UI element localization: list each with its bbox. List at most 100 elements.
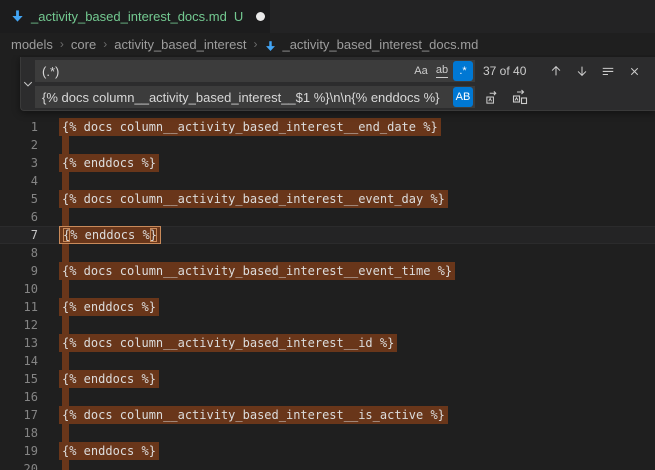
code-line[interactable]: 9 {% docs column__activity_based_interest…: [0, 262, 655, 280]
find-match-highlight: [62, 424, 69, 442]
line-content: [38, 172, 69, 190]
breadcrumb-item-file[interactable]: _activity_based_interest_docs.md: [282, 37, 478, 52]
line-content: {% enddocs %}: [38, 226, 161, 244]
find-match-highlight: [62, 208, 69, 226]
breadcrumb-item-models[interactable]: models: [11, 37, 53, 52]
line-content: [38, 388, 69, 406]
code-line[interactable]: 20: [0, 460, 655, 470]
code-line[interactable]: 16: [0, 388, 655, 406]
line-content: {% docs column__activity_based_interest_…: [38, 118, 441, 136]
vscode-window: _activity_based_interest_docs.md U model…: [0, 0, 655, 470]
line-content: {% enddocs %}: [38, 370, 159, 388]
line-content: [38, 208, 69, 226]
code-line[interactable]: 2: [0, 136, 655, 154]
line-number: 16: [0, 388, 38, 406]
line-number: 13: [0, 334, 38, 352]
code-line[interactable]: 17{% docs column__activity_based_interes…: [0, 406, 655, 424]
line-content: {% docs column__activity_based_interest_…: [38, 262, 455, 280]
line-number: 8: [0, 244, 38, 262]
find-match-highlight: [62, 388, 69, 406]
line-content: {% enddocs %}: [38, 154, 159, 172]
code-line[interactable]: 5{% docs column__activity_based_interest…: [0, 190, 655, 208]
code-area[interactable]: 1 {% docs column__activity_based_interest…: [0, 118, 655, 470]
code-line[interactable]: 4: [0, 172, 655, 190]
line-number: 10: [0, 280, 38, 298]
line-number: 1: [0, 118, 38, 136]
find-in-selection-button[interactable]: [597, 60, 619, 82]
breadcrumb-separator: ›: [60, 37, 64, 51]
line-number: 15: [0, 370, 38, 388]
selection-icon: [601, 64, 615, 78]
line-content: [38, 460, 69, 470]
toggle-replace-button[interactable]: [21, 57, 35, 110]
find-match-highlight: {% docs column__activity_based_interest_…: [59, 190, 448, 208]
code-line[interactable]: 15 {% enddocs %}: [0, 370, 655, 388]
arrow-down-icon: [575, 64, 589, 78]
breadcrumb-item-folder[interactable]: activity_based_interest: [114, 37, 246, 52]
find-query-text: (.*): [42, 64, 410, 79]
line-number: 2: [0, 136, 38, 154]
code-line[interactable]: 11 {% enddocs %}: [0, 298, 655, 316]
replace-all-button[interactable]: [509, 86, 531, 108]
replace-value-text: {% docs column__activity_based_interest_…: [42, 90, 452, 105]
find-match-highlight: {% enddocs %}: [59, 154, 159, 172]
replace-button[interactable]: [481, 86, 503, 108]
code-line[interactable]: 12: [0, 316, 655, 334]
whole-word-button[interactable]: ab: [432, 61, 452, 81]
find-match-highlight: {% enddocs %}: [59, 370, 159, 388]
find-results-count: 37 of 40: [483, 64, 526, 78]
line-number: 9: [0, 262, 38, 280]
code-line[interactable]: 6: [0, 208, 655, 226]
code-line[interactable]: 7{% enddocs %}: [0, 226, 655, 244]
next-match-button[interactable]: [571, 60, 593, 82]
tab-active-file[interactable]: _activity_based_interest_docs.md U: [0, 0, 270, 33]
find-input[interactable]: (.*) Aa ab .*: [35, 60, 475, 82]
chevron-down-icon: [22, 78, 34, 90]
tab-filename: _activity_based_interest_docs.md: [31, 9, 227, 24]
regex-button[interactable]: .*: [453, 61, 473, 81]
replace-icon: [485, 90, 500, 105]
find-match-highlight: {% docs column__activity_based_interest_…: [59, 334, 397, 352]
find-replace-widget: (.*) Aa ab .* 37 of 40: [20, 57, 655, 111]
replace-input[interactable]: {% docs column__activity_based_interest_…: [35, 86, 475, 108]
previous-match-button[interactable]: [545, 60, 567, 82]
find-match-highlight: {% docs column__activity_based_interest_…: [59, 262, 455, 280]
find-match-highlight: [62, 136, 69, 154]
find-match-highlight: {% docs column__activity_based_interest_…: [59, 406, 448, 424]
editor-pane[interactable]: (.*) Aa ab .* 37 of 40: [0, 55, 655, 470]
code-line[interactable]: 14: [0, 352, 655, 370]
find-match-highlight: [62, 316, 69, 334]
line-content: [38, 244, 69, 262]
line-number: 11: [0, 298, 38, 316]
replace-all-icon: [512, 89, 528, 105]
close-find-widget-button[interactable]: [623, 60, 645, 82]
line-content: {% docs column__activity_based_interest_…: [38, 334, 397, 352]
code-line[interactable]: 8: [0, 244, 655, 262]
code-line[interactable]: 10: [0, 280, 655, 298]
find-match-highlight: [62, 244, 69, 262]
find-match-highlight: {% docs column__activity_based_interest_…: [59, 118, 441, 136]
code-line[interactable]: 13 {% docs column__activity_based_interes…: [0, 334, 655, 352]
code-line[interactable]: 19{% enddocs %}: [0, 442, 655, 460]
line-number: 12: [0, 316, 38, 334]
line-content: [38, 352, 69, 370]
code-line[interactable]: 3 {% enddocs %}: [0, 154, 655, 172]
markdown-file-icon: [10, 9, 25, 24]
code-line[interactable]: 1 {% docs column__activity_based_interest…: [0, 118, 655, 136]
line-number: 3: [0, 154, 38, 172]
line-content: [38, 424, 69, 442]
find-match-highlight: {% enddocs %}: [59, 298, 159, 316]
code-line[interactable]: 18: [0, 424, 655, 442]
breadcrumb-item-core[interactable]: core: [71, 37, 96, 52]
git-status-badge: U: [234, 9, 243, 24]
preserve-case-button[interactable]: AB: [453, 87, 473, 107]
line-number: 7: [0, 226, 38, 244]
line-content: {% enddocs %}: [38, 442, 159, 460]
unsaved-changes-dot[interactable]: [256, 12, 265, 21]
breadcrumb-separator: ›: [103, 37, 107, 51]
find-match-highlight: [62, 280, 69, 298]
find-match-highlight: [62, 460, 69, 470]
line-number: 4: [0, 172, 38, 190]
arrow-up-icon: [549, 64, 563, 78]
match-case-button[interactable]: Aa: [411, 61, 431, 81]
